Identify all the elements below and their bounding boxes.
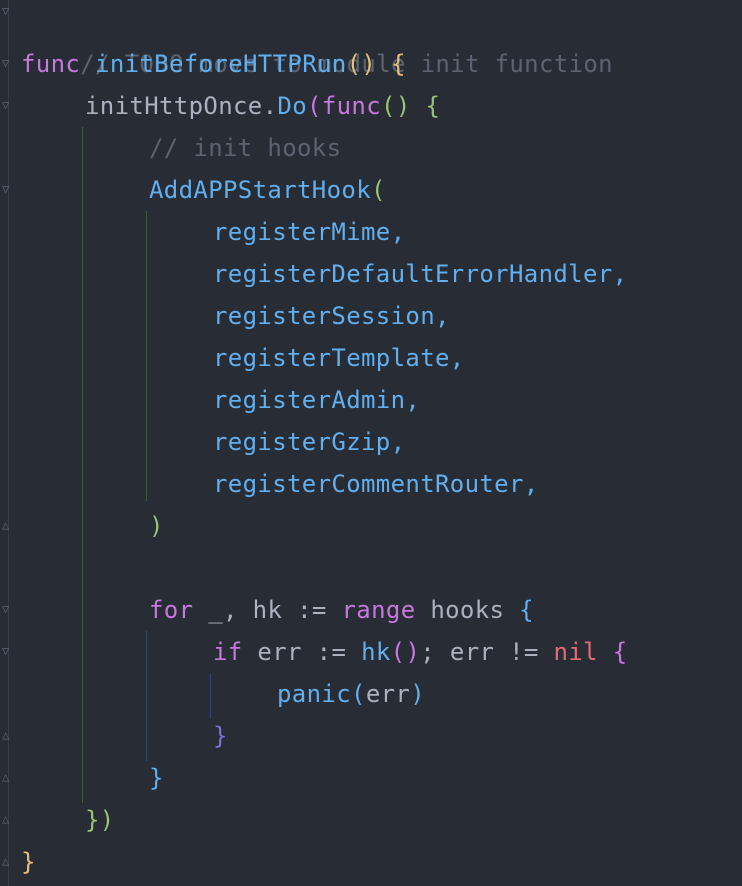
identifier: err xyxy=(257,638,302,666)
code-editor[interactable]: ▽ ▽ ▽ ▽ △ ▽ ▽ △ △ △ △ // TODO move to mo… xyxy=(0,0,742,886)
argument: registerTemplate, xyxy=(213,344,465,372)
parens: () xyxy=(381,92,411,120)
fold-icon[interactable]: ▽ xyxy=(2,4,14,18)
indent-guide xyxy=(210,673,211,719)
close-brace: } xyxy=(213,722,228,750)
parens: () xyxy=(390,638,421,666)
code-line[interactable]: registerDefaultErrorHandler, xyxy=(213,253,627,295)
code-line[interactable]: panic(err) xyxy=(277,673,425,715)
operator: := xyxy=(297,596,327,624)
code-line[interactable]: registerMime, xyxy=(213,211,405,253)
open-paren: ( xyxy=(307,92,322,120)
method-name: Do xyxy=(277,92,308,120)
fold-icon[interactable]: △ xyxy=(2,728,14,742)
close-paren: ) xyxy=(410,680,426,708)
close-brace: } xyxy=(21,848,36,876)
fold-icon[interactable]: ▽ xyxy=(2,56,14,70)
keyword-func: func xyxy=(21,50,81,78)
dot: . xyxy=(262,92,278,120)
code-line[interactable]: AddAPPStartHook( xyxy=(149,169,386,211)
code-line[interactable]: } xyxy=(21,841,36,883)
identifier: hooks xyxy=(430,596,505,624)
code-line[interactable]: registerAdmin, xyxy=(213,379,420,421)
code-line[interactable]: ) xyxy=(149,505,164,547)
fold-icon[interactable]: ▽ xyxy=(2,644,14,658)
operator: != xyxy=(509,638,539,666)
function-call: hk xyxy=(361,638,391,666)
code-line[interactable]: initHttpOnce.Do(func() { xyxy=(85,85,440,127)
keyword-range: range xyxy=(341,596,416,624)
identifier: err xyxy=(449,638,495,666)
argument: registerCommentRouter, xyxy=(213,470,539,498)
identifier: hk xyxy=(252,596,283,624)
open-paren: ( xyxy=(371,176,386,204)
operator: := xyxy=(316,638,347,666)
close-brace: } xyxy=(149,764,164,792)
open-brace: { xyxy=(425,92,441,120)
keyword-if: if xyxy=(213,638,243,666)
fold-icon[interactable]: ▽ xyxy=(2,602,14,616)
indent-guide xyxy=(146,631,147,761)
argument: registerGzip, xyxy=(213,428,406,456)
code-line[interactable]: }) xyxy=(85,799,115,841)
function-call: panic xyxy=(277,680,351,708)
indent-guide xyxy=(82,127,83,803)
code-line[interactable]: registerTemplate, xyxy=(213,337,465,379)
indent-guide xyxy=(146,211,147,501)
semicolon: ; xyxy=(420,638,436,666)
code-line[interactable]: // TODO move to module init function xyxy=(21,1,613,78)
keyword-for: for xyxy=(149,596,194,624)
identifier: err xyxy=(365,680,411,708)
code-line[interactable]: registerGzip, xyxy=(213,421,405,463)
argument: registerSession, xyxy=(213,302,450,330)
fold-icon[interactable]: △ xyxy=(2,854,14,868)
code-line[interactable]: func initBeforeHTTPRun() { xyxy=(21,43,406,85)
identifier: initHttpOnce xyxy=(85,92,263,120)
fold-icon[interactable]: ▽ xyxy=(2,98,14,112)
code-line[interactable]: registerSession, xyxy=(213,295,450,337)
code-line[interactable]: } xyxy=(213,715,228,757)
code-line[interactable]: } xyxy=(149,757,164,799)
fold-icon[interactable]: △ xyxy=(2,770,14,784)
code-line[interactable]: if err := hk(); err != nil { xyxy=(213,631,628,673)
close-brace-paren: }) xyxy=(85,806,115,834)
open-brace: { xyxy=(612,638,628,666)
close-paren: ) xyxy=(149,512,164,540)
argument: registerDefaultErrorHandler, xyxy=(213,260,628,288)
fold-icon[interactable]: △ xyxy=(2,518,14,532)
function-name: initBeforeHTTPRun xyxy=(95,50,347,78)
function-call: AddAPPStartHook xyxy=(149,176,371,204)
fold-icon[interactable]: △ xyxy=(2,812,14,826)
code-line[interactable]: registerCommentRouter, xyxy=(213,463,539,505)
comment: // init hooks xyxy=(149,134,342,162)
code-line[interactable]: // init hooks xyxy=(149,127,341,169)
open-paren: ( xyxy=(351,680,366,708)
code-line[interactable]: for _, hk := range hooks { xyxy=(149,589,534,631)
argument: registerMime, xyxy=(213,218,406,246)
open-brace: { xyxy=(391,50,406,78)
fold-icon[interactable]: ▽ xyxy=(2,182,14,196)
gutter xyxy=(8,0,9,886)
argument: registerAdmin, xyxy=(213,386,421,414)
comma: , xyxy=(223,596,238,624)
keyword-func: func xyxy=(321,92,382,120)
blank-identifier: _ xyxy=(208,596,224,624)
open-brace: { xyxy=(519,596,534,624)
parens: () xyxy=(346,50,377,78)
nil-literal: nil xyxy=(553,638,598,666)
